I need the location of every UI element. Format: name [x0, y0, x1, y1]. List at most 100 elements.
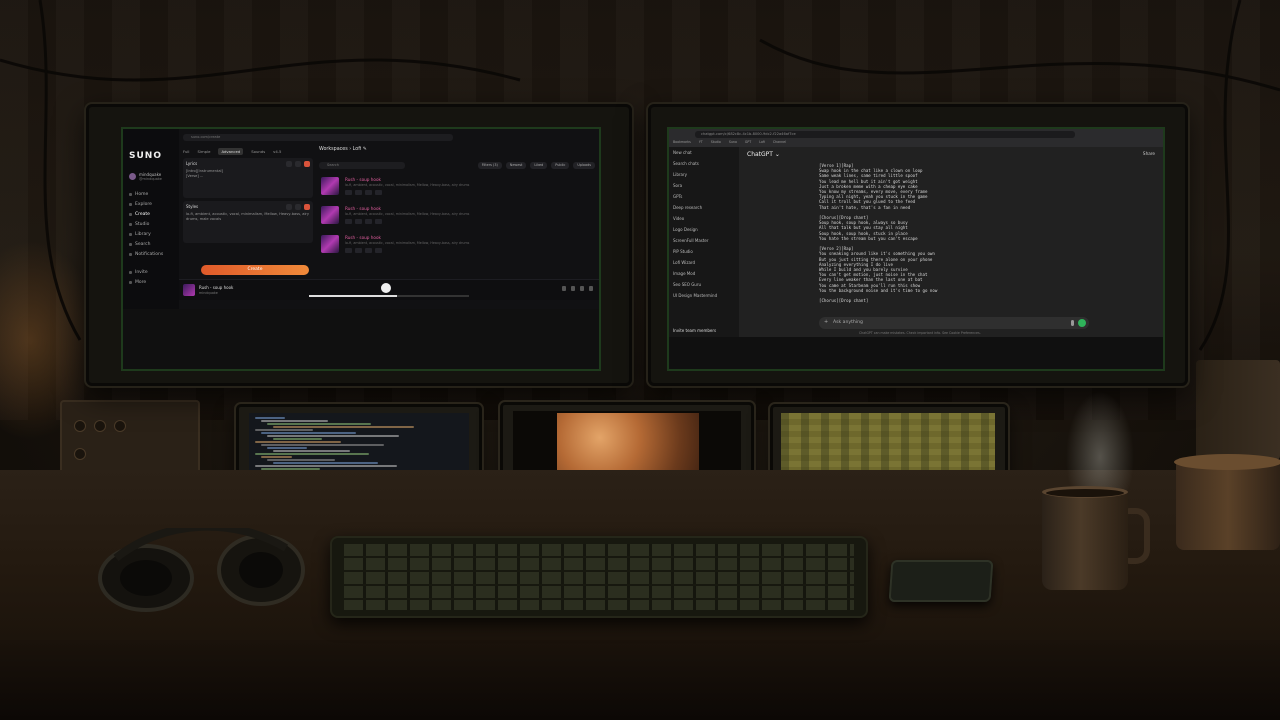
user-profile[interactable]: mindquake @mindquake	[129, 171, 173, 183]
song-cover[interactable]	[321, 177, 339, 195]
song-cover[interactable]	[321, 235, 339, 253]
model-select[interactable]: v4.5	[273, 149, 281, 154]
shuffle-icon[interactable]	[580, 286, 584, 291]
nav-label: Notifications	[135, 251, 164, 257]
volume-icon[interactable]	[562, 286, 566, 291]
composer-input[interactable]: Ask anything	[833, 320, 863, 325]
player-cover[interactable]	[183, 284, 195, 296]
nav-item-explore[interactable]: Explore	[129, 199, 163, 209]
send-button[interactable]	[1078, 319, 1086, 327]
sidebar-item[interactable]: Lofi Wizard	[669, 257, 739, 268]
bookmark[interactable]: GPT	[745, 140, 751, 144]
nav-item-home[interactable]: Home	[129, 189, 163, 199]
code-line	[261, 444, 384, 446]
tab-sounds[interactable]: Sounds	[251, 149, 265, 154]
nav-item-studio[interactable]: Studio	[129, 219, 163, 229]
more-button[interactable]	[375, 190, 382, 195]
workspace-title[interactable]: Workspaces › Lofi ✎	[319, 147, 595, 155]
tab-full[interactable]: Full	[183, 149, 190, 154]
bookmark[interactable]: Lofi	[759, 140, 765, 144]
sort-button[interactable]: Newest	[505, 161, 527, 169]
invite-button[interactable]: Invite team members	[673, 328, 716, 333]
bookmark[interactable]: YT	[699, 140, 703, 144]
address-bar[interactable]: chatgpt.com/c/682c8c-4c1b-8000-9dc2-f22a…	[695, 131, 1075, 138]
nav-item-notifications[interactable]: Notifications	[129, 249, 163, 259]
share-button[interactable]: Share	[1143, 151, 1155, 156]
suno-url-bar[interactable]: suno.com/create	[183, 134, 453, 141]
player-title[interactable]: Rush - soup hook	[199, 285, 233, 290]
sidebar-item[interactable]: Video	[669, 213, 739, 224]
sidebar-item[interactable]: Deep research	[669, 202, 739, 213]
list-item[interactable]: Rush - soup hook lo-fi, ambient, acousti…	[319, 175, 595, 201]
undo-button[interactable]	[286, 161, 292, 167]
sidebar-item[interactable]: Logo Design	[669, 224, 739, 235]
bookmark[interactable]: Suno	[729, 140, 737, 144]
list-item[interactable]: Rush - soup hook lo-fi, ambient, acousti…	[319, 204, 595, 230]
like-button[interactable]	[345, 190, 352, 195]
create-button[interactable]: Create	[201, 265, 309, 275]
composer[interactable]: + Ask anything	[819, 317, 1089, 329]
sidebar-item[interactable]: ScreenFull Master	[669, 235, 739, 246]
song-cover[interactable]	[321, 206, 339, 224]
sidebar-item[interactable]: Seo SEO Guru	[669, 279, 739, 290]
more-icon[interactable]	[589, 286, 593, 291]
player-artist[interactable]: mindquake	[199, 291, 218, 295]
like-button[interactable]	[345, 219, 352, 224]
sidebar-item[interactable]: UI Design Mastermind	[669, 290, 739, 301]
nav-item-more[interactable]: More	[129, 277, 163, 287]
share-button[interactable]	[365, 219, 372, 224]
magic-button[interactable]	[295, 204, 301, 210]
suno-logo[interactable]: SUNO	[129, 151, 162, 161]
model-selector[interactable]: ChatGPT ⌄	[747, 151, 780, 158]
filter-uploads[interactable]: Uploads	[573, 161, 595, 169]
nav-item-library[interactable]: Library	[129, 229, 163, 239]
sidebar-item[interactable]: GPTs	[669, 191, 739, 202]
like-button[interactable]	[345, 248, 352, 253]
nav-item-search[interactable]: Search	[129, 239, 163, 249]
keycaps	[344, 544, 854, 610]
dislike-button[interactable]	[355, 190, 362, 195]
tab-simple[interactable]: Simple	[198, 149, 211, 154]
song-title[interactable]: Rush - soup hook	[345, 235, 381, 240]
search-input[interactable]: Search	[319, 161, 405, 169]
filter-public[interactable]: Public	[551, 161, 570, 169]
pause-button[interactable]	[381, 283, 391, 293]
nav-label: Invite	[135, 269, 148, 275]
share-button[interactable]	[365, 248, 372, 253]
repeat-icon[interactable]	[571, 286, 575, 291]
filters-button[interactable]: Filters (3)	[477, 161, 502, 169]
lyrics-input[interactable]: [Intro][Instrumental] [Verse] ...	[186, 169, 310, 179]
song-title[interactable]: Rush - soup hook	[345, 177, 381, 182]
share-button[interactable]	[365, 190, 372, 195]
progress-bar[interactable]	[309, 295, 469, 297]
clear-button[interactable]	[304, 161, 310, 167]
dislike-button[interactable]	[355, 219, 362, 224]
sidebar-item[interactable]: Sora	[669, 180, 739, 191]
steam	[1060, 380, 1140, 490]
sidebar-item[interactable]: New chat	[669, 147, 739, 158]
dislike-button[interactable]	[355, 248, 362, 253]
sidebar-item[interactable]: Image Mod	[669, 268, 739, 279]
bookmark[interactable]: Channel	[773, 140, 786, 144]
more-button[interactable]	[375, 248, 382, 253]
undo-button[interactable]	[286, 204, 292, 210]
tab-advanced[interactable]: Advanced	[218, 147, 244, 155]
list-item[interactable]: Rush - soup hook lo-fi, ambient, acousti…	[319, 233, 595, 259]
filter-liked[interactable]: Liked	[530, 161, 548, 169]
nav-item-invite[interactable]: Invite	[129, 267, 163, 277]
nav-item-create[interactable]: Create	[129, 209, 163, 219]
sidebar-item[interactable]: Library	[669, 169, 739, 180]
headphones	[98, 528, 305, 612]
styles-input[interactable]: lo-fi, ambient, acoustic, vocal, minimal…	[186, 212, 310, 222]
song-title[interactable]: Rush - soup hook	[345, 206, 381, 211]
more-button[interactable]	[375, 219, 382, 224]
sidebar-item[interactable]: PiP Studio	[669, 246, 739, 257]
sidebar-item[interactable]: Search chats	[669, 158, 739, 169]
bookmark[interactable]: Studio	[711, 140, 721, 144]
plus-icon[interactable]: +	[824, 319, 828, 325]
code-line	[267, 447, 307, 449]
mic-icon[interactable]	[1071, 320, 1074, 326]
clear-button[interactable]	[304, 204, 310, 210]
magic-button[interactable]	[295, 161, 301, 167]
bookmark[interactable]: Bookmarks	[673, 140, 691, 144]
